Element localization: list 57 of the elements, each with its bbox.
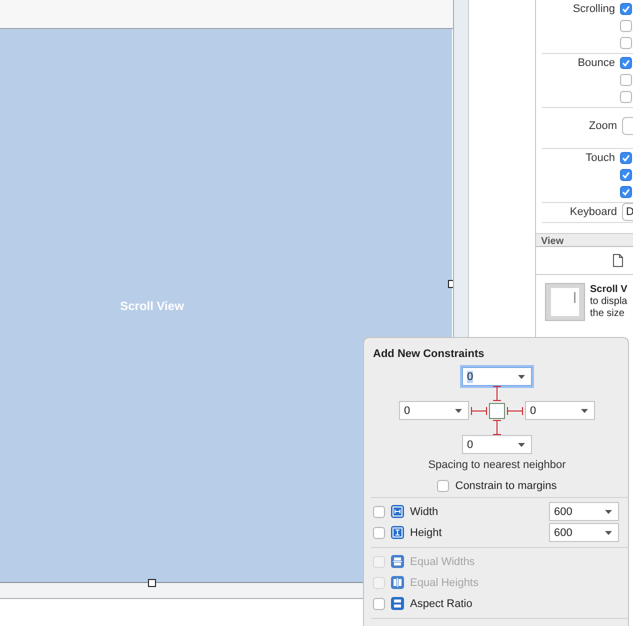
caret-icon: [605, 510, 612, 514]
section-title: View: [541, 236, 564, 246]
checkbox[interactable]: [620, 74, 632, 86]
caret-icon: [455, 408, 462, 412]
checkbox[interactable]: [620, 2, 632, 14]
checkbox[interactable]: [620, 186, 632, 198]
checkbox[interactable]: [437, 480, 450, 492]
checkbox[interactable]: [620, 36, 632, 48]
caret-icon: [518, 374, 525, 378]
checkbox[interactable]: [620, 90, 632, 102]
dropdown-field[interactable]: 0: [462, 435, 532, 454]
caret-icon: [518, 442, 525, 446]
checkbox[interactable]: [620, 168, 632, 180]
document-icon: [613, 254, 623, 267]
equal-heights-icon: [391, 576, 404, 589]
caret-icon: [605, 530, 612, 534]
scroll-view-thumbnail-icon: [545, 283, 585, 321]
field-label: Touch: [586, 152, 615, 164]
item-title: Scroll V: [590, 284, 628, 296]
resize-handle[interactable]: [148, 579, 156, 587]
left-strut-icon: [471, 406, 487, 416]
checkmark-icon: [622, 4, 630, 12]
checkmark-icon: [622, 170, 630, 178]
field-label: Keyboard: [570, 206, 617, 218]
item-description: the size: [590, 308, 626, 320]
dropdown-field[interactable]: 0: [525, 401, 595, 420]
constraint-label: Aspect Ratio: [410, 598, 472, 610]
checkbox[interactable]: [373, 526, 385, 538]
top-strut-icon: [492, 386, 502, 401]
bottom-strut-icon: [492, 420, 502, 435]
checkmark-icon: [622, 188, 630, 196]
equal-widths-icon: [391, 555, 404, 568]
width-icon: [391, 505, 404, 518]
checkmark-icon: [622, 58, 630, 66]
dropdown-field[interactable]: 0: [399, 401, 469, 420]
checkbox[interactable]: [373, 506, 385, 518]
field-label: Zoom: [588, 120, 617, 132]
item-description: to displa: [590, 296, 628, 308]
dropdown-field[interactable]: 600: [549, 502, 619, 521]
constraint-label: Height: [410, 526, 443, 538]
checkbox-label: Constrain to margins: [455, 480, 557, 492]
caret-icon: [581, 408, 588, 412]
constraint-label: Width: [410, 506, 440, 518]
checkbox[interactable]: [620, 56, 632, 68]
aspect-ratio-icon: [391, 597, 404, 610]
checkmark-icon: [622, 154, 630, 162]
field-label: Bounce: [578, 56, 615, 68]
checkbox[interactable]: [373, 598, 385, 610]
dropdown-field[interactable]: 0: [462, 367, 532, 386]
view-square: [489, 402, 505, 418]
checkbox[interactable]: [620, 152, 632, 164]
right-strut-icon: [507, 406, 523, 416]
height-icon: [391, 526, 404, 539]
scroll-view-label: Scroll View: [120, 298, 184, 312]
field-label: Scrolling: [572, 2, 615, 14]
dropdown-field[interactable]: 600: [549, 523, 619, 542]
checkbox[interactable]: [620, 20, 632, 32]
